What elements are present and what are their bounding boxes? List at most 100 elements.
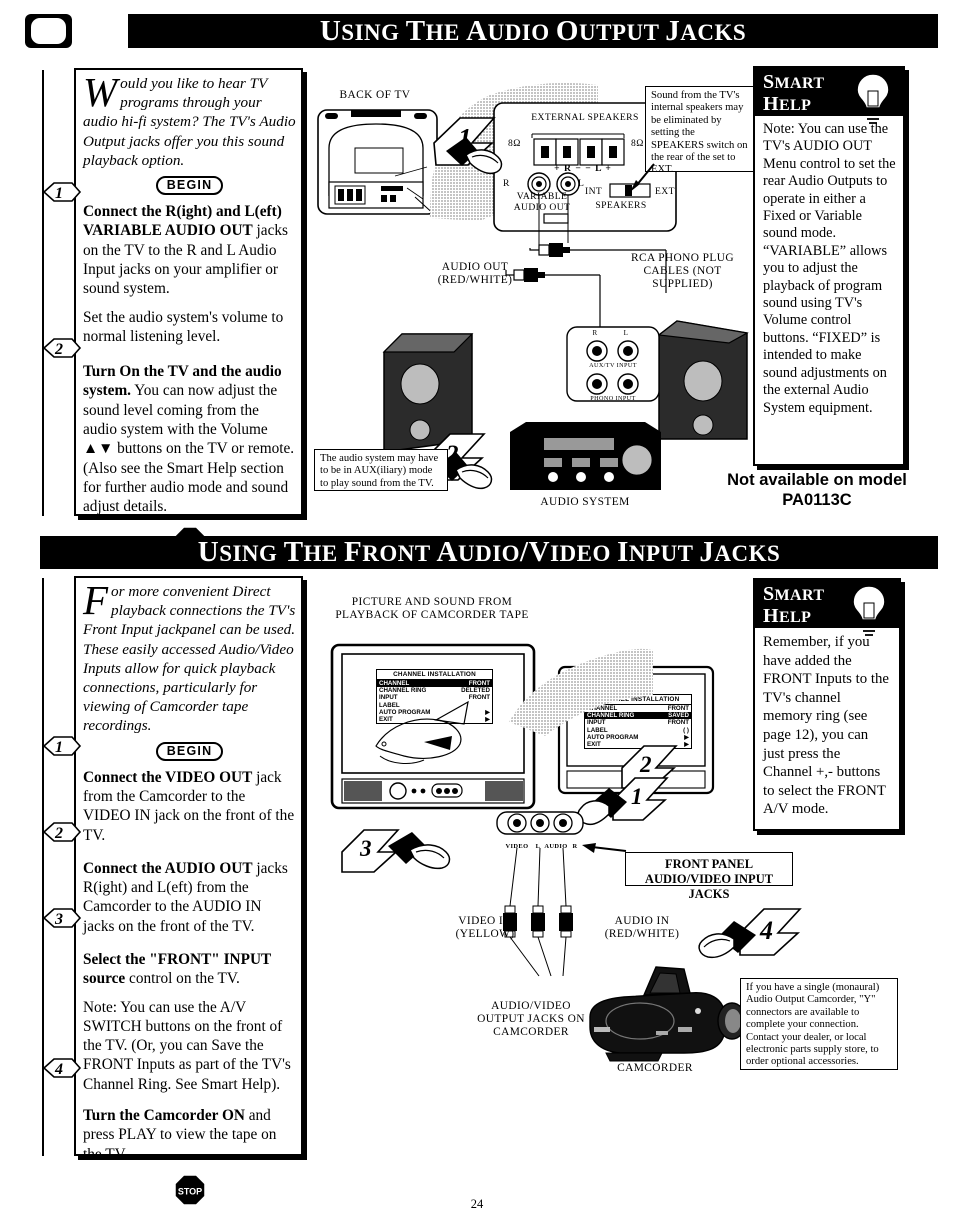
screen-content-doodle <box>375 700 469 764</box>
video-in-label: VIDEO IN (YELLOW) <box>440 915 530 941</box>
osd2-row-0-value: FRONT <box>667 705 689 712</box>
tv-outline-icon <box>25 14 72 48</box>
hand-pointer-marker-1-s1: 1 <box>433 117 503 175</box>
av-output-jacks-text: AUDIO/VIDEO OUTPUT JACKS ON CAMCORDER <box>477 1000 585 1038</box>
speakers-ext-label: EXT <box>655 186 677 197</box>
svg-text:3: 3 <box>54 911 63 928</box>
callout-arrow-s1 <box>630 163 655 192</box>
section2-step-3-extra: Note: You can use the A/V SWITCH buttons… <box>83 998 291 1093</box>
section2-banner: USING THE FRONT AUDIO/VIDEO INPUT JACKS <box>40 536 938 569</box>
not-available-note: Not available on model PA0113C <box>727 470 907 510</box>
section2-begin-badge: BEGIN <box>83 741 296 761</box>
aux-input-text: AUX/TV INPUT <box>589 362 637 369</box>
back-of-tv-label: BACK OF TV <box>320 89 430 102</box>
speakers-callout-text: Sound from the TV's internal speakers ma… <box>651 90 748 176</box>
section1-begin-label: BEGIN <box>155 176 224 196</box>
section2-dropcap: F <box>83 577 109 623</box>
section2-text-column: For more convenient Direct playback conn… <box>83 577 296 1205</box>
section1-step-1-extra: Set the audio system's volume to normal … <box>83 308 284 345</box>
svg-text:1: 1 <box>55 185 63 202</box>
lightbulb-icon-s2 <box>852 585 886 636</box>
jack-l-text: L <box>578 178 585 189</box>
section2-title: USING THE FRONT AUDIO/VIDEO INPUT JACKS <box>197 536 781 568</box>
svg-text:STOP: STOP <box>177 1186 201 1196</box>
osd2-row-3-value: ( ) <box>683 726 689 734</box>
ohm-right-text: 8Ω <box>631 138 644 149</box>
lightbulb-icon-s1 <box>856 73 890 124</box>
audio-system-illustration <box>510 422 661 490</box>
svg-text:3: 3 <box>359 836 372 861</box>
speakers-int-text: INT <box>585 186 603 197</box>
aux-mode-callout-text: The audio system may have to be in AUX(i… <box>320 453 439 489</box>
back-of-tv-text: BACK OF TV <box>339 89 411 101</box>
section1-step-1: Connect the R(ight) and L(eft) VARIABLE … <box>83 202 296 346</box>
phono-input-text: PHONO INPUT <box>590 395 636 402</box>
variable-audio-out-text: VARIABLE AUDIO OUT <box>513 191 571 213</box>
svg-text:2: 2 <box>54 825 63 842</box>
section1-intro: Would you like to hear TV programs throu… <box>83 69 296 170</box>
svg-text:1: 1 <box>631 784 643 809</box>
section2-step-3-rest: control on the TV. <box>125 970 240 988</box>
section1-banner: USING THE AUDIO OUTPUT JACKS <box>128 14 938 48</box>
section1-step-2: Turn On the TV and the audio system. You… <box>83 362 296 516</box>
page-number: 24 <box>0 1197 954 1212</box>
front-cables-art <box>503 847 573 977</box>
section2-intro-text: or more convenient Direct playback conne… <box>83 583 296 735</box>
audio-in-text: AUDIO IN (RED/WHITE) <box>604 915 680 940</box>
aux-input-label: AUX/TV INPUT <box>578 360 648 371</box>
osd1-row-0-value: FRONT <box>468 680 490 687</box>
section1-dropcap: W <box>83 69 118 115</box>
osd1-title: CHANNEL INSTALLATION <box>377 670 492 680</box>
step-marker-2-s1: 2 <box>42 337 82 364</box>
external-speakers-text: EXTERNAL SPEAKERS <box>531 112 639 123</box>
amp-r-label: R <box>590 328 600 339</box>
audio-out-redwhite-label: AUDIO OUT (RED/WHITE) <box>425 261 525 287</box>
section2-step-1-bold: Connect the VIDEO OUT <box>83 768 253 786</box>
camcorder-illustration <box>589 966 747 1062</box>
section2-step-4: Turn the Camcorder ON and press PLAY to … <box>83 1106 296 1164</box>
not-available-text: Not available on model PA0113C <box>727 471 907 509</box>
manual-page: USING THE AUDIO OUTPUT JACKS 1 2 Would y… <box>0 0 954 1230</box>
hand-pointer-marker-3-s2: 3 <box>341 829 451 873</box>
right-speaker-illustration <box>657 320 749 440</box>
step-marker-4-s2: 4 <box>42 1057 82 1084</box>
front-panel-callout-text: FRONT PANEL AUDIO/VIDEO INPUT JACKS <box>644 857 774 901</box>
svg-text:4: 4 <box>759 916 773 945</box>
section1-begin-badge: BEGIN <box>83 176 296 196</box>
terminal-marks-label: + R − − L + <box>528 163 638 174</box>
step-marker-1-s1: 1 <box>42 181 82 208</box>
audio-in-label: AUDIO IN (RED/WHITE) <box>592 915 692 941</box>
section2-step-3: Select the "FRONT" INPUT source control … <box>83 950 296 1094</box>
section2-step-1: Connect the VIDEO OUT jack from the Camc… <box>83 768 296 845</box>
camcorder-text: CAMCORDER <box>617 1062 693 1074</box>
amp-l-label: L <box>621 328 631 339</box>
section2-step-2: Connect the AUDIO OUT jacks R(ight) and … <box>83 859 296 936</box>
osd2-row-4-value: ▶ <box>684 733 689 741</box>
osd2-row-2-value: FRONT <box>667 719 689 727</box>
hand-pointer-marker-1-s2: 1 <box>577 777 669 826</box>
variable-audio-out-label: VARIABLE AUDIO OUT <box>507 191 577 213</box>
mono-camcorder-callout: If you have a single (monaural) Audio Ou… <box>740 978 898 1070</box>
section1-smart-help: SMART HELP Note: You can use the TV's AU… <box>753 66 905 466</box>
aux-mode-callout: The audio system may have to be in AUX(i… <box>314 449 448 491</box>
phono-input-label: PHONO INPUT <box>578 393 648 404</box>
speakers-switch-label: SPEAKERS <box>588 200 654 211</box>
video-in-text: VIDEO IN (YELLOW) <box>455 915 515 940</box>
audio-out-redwhite-text: AUDIO OUT (RED/WHITE) <box>437 261 513 286</box>
amp-r-text: R <box>592 329 598 337</box>
mono-camcorder-callout-text: If you have a single (monaural) Audio Ou… <box>746 982 880 1068</box>
osd2-row-1-value: SAVED <box>668 712 689 720</box>
terminal-marks-text: + R − − L + <box>554 163 612 174</box>
section2-begin-label: BEGIN <box>155 741 224 761</box>
speakers-int-label: INT <box>585 186 607 197</box>
step-marker-1-s2: 1 <box>42 735 82 762</box>
section1-title: USING THE AUDIO OUTPUT JACKS <box>319 14 747 47</box>
av-output-jacks-label: AUDIO/VIDEO OUTPUT JACKS ON CAMCORDER <box>466 1000 596 1039</box>
svg-text:1: 1 <box>55 739 63 756</box>
section2-intro: For more convenient Direct playback conn… <box>83 577 296 736</box>
step-marker-3-s2: 3 <box>42 907 82 934</box>
audio-system-text: AUDIO SYSTEM <box>540 496 630 508</box>
section2-step-4-bold: Turn the Camcorder ON <box>83 1107 245 1125</box>
rca-cable-art-s1 <box>505 243 667 327</box>
section2-step-2-bold: Connect the AUDIO OUT <box>83 859 253 877</box>
